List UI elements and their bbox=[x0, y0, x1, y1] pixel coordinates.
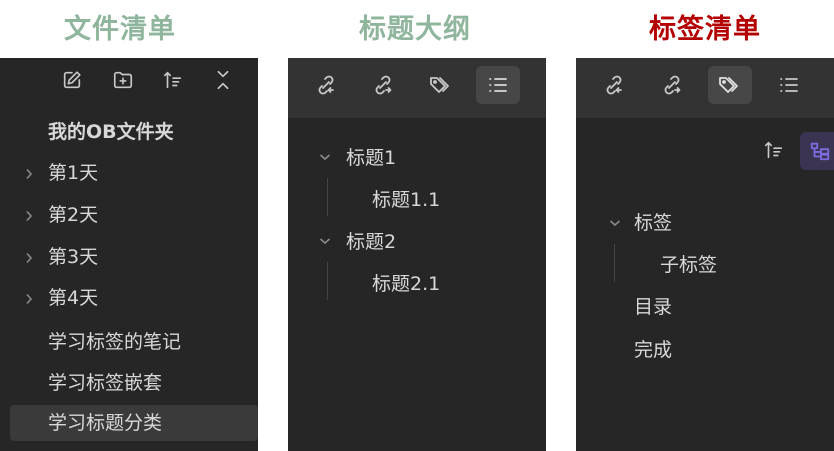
chevron-right-icon[interactable] bbox=[22, 292, 36, 306]
folder-label[interactable]: 第2天 bbox=[48, 197, 98, 233]
outline-subheading-item[interactable]: 标题1.1 bbox=[372, 182, 440, 218]
tags-icon[interactable] bbox=[708, 66, 752, 104]
indent-guide bbox=[614, 244, 615, 282]
chevron-down-icon[interactable] bbox=[608, 216, 622, 230]
heading-tags: 标签清单 bbox=[649, 14, 761, 45]
outline-icon[interactable] bbox=[476, 66, 520, 104]
outline-toolbar bbox=[288, 58, 546, 118]
folder-label[interactable]: 第1天 bbox=[48, 155, 98, 191]
outline-heading-item[interactable]: 标题1 bbox=[346, 140, 396, 176]
backlinks-icon[interactable] bbox=[304, 66, 348, 104]
new-note-icon[interactable] bbox=[56, 64, 88, 96]
file-explorer-panel: 我的OB文件夹 第1天 第2天 第3天 第4天 学习标签的笔记 学习标签嵌套 学… bbox=[0, 58, 258, 451]
outline-icon[interactable] bbox=[767, 66, 811, 104]
file-item[interactable]: 学习标签的笔记 bbox=[48, 324, 181, 360]
tags-panel: 标签 子标签 目录 完成 bbox=[576, 58, 834, 451]
tag-item[interactable]: 标签 bbox=[634, 205, 672, 241]
outgoing-links-icon[interactable] bbox=[650, 66, 694, 104]
subtag-item[interactable]: 子标签 bbox=[660, 247, 717, 283]
chevron-right-icon[interactable] bbox=[22, 251, 36, 265]
folder-label[interactable]: 第3天 bbox=[48, 239, 98, 275]
collapse-all-icon[interactable] bbox=[207, 64, 239, 96]
sort-icon[interactable] bbox=[758, 134, 790, 166]
file-item-selected[interactable]: 学习标题分类 bbox=[10, 405, 258, 441]
heading-outline: 标题大纲 bbox=[359, 14, 471, 45]
indent-guide bbox=[327, 262, 328, 300]
outline-panel: 标题1 标题1.1 标题2 标题2.1 bbox=[288, 58, 546, 451]
outline-heading-item[interactable]: 标题2 bbox=[346, 224, 396, 260]
chevron-right-icon[interactable] bbox=[22, 209, 36, 223]
tag-item[interactable]: 目录 bbox=[634, 289, 672, 325]
indent-guide bbox=[327, 178, 328, 216]
file-label: 学习标题分类 bbox=[48, 412, 163, 434]
sort-icon[interactable] bbox=[157, 64, 189, 96]
chevron-down-icon[interactable] bbox=[318, 234, 332, 248]
chevron-right-icon[interactable] bbox=[22, 167, 36, 181]
tags-icon[interactable] bbox=[419, 66, 463, 104]
tree-view-icon[interactable] bbox=[800, 132, 834, 170]
vault-root-label[interactable]: 我的OB文件夹 bbox=[48, 114, 174, 150]
chevron-down-icon[interactable] bbox=[318, 150, 332, 164]
file-item[interactable]: 学习标签嵌套 bbox=[48, 365, 162, 401]
tag-item[interactable]: 完成 bbox=[634, 332, 672, 368]
outline-subheading-item[interactable]: 标题2.1 bbox=[372, 266, 440, 302]
new-folder-icon[interactable] bbox=[107, 64, 139, 96]
folder-label[interactable]: 第4天 bbox=[48, 280, 98, 316]
tags-toolbar bbox=[576, 58, 834, 118]
heading-files: 文件清单 bbox=[64, 14, 176, 45]
outgoing-links-icon[interactable] bbox=[361, 66, 405, 104]
backlinks-icon[interactable] bbox=[592, 66, 636, 104]
